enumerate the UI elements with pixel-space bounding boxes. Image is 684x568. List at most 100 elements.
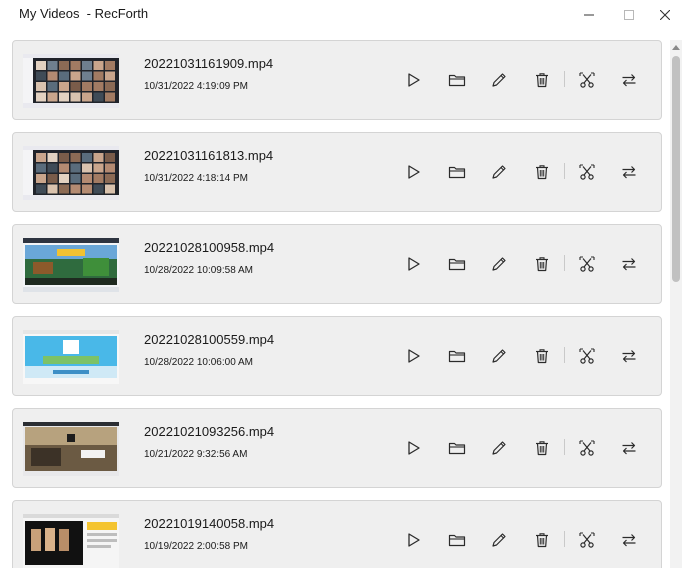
- trash-icon: [536, 165, 548, 180]
- trash-icon: [536, 533, 548, 548]
- video-filename: 20221031161813.mp4: [144, 148, 274, 163]
- trim-button[interactable]: [574, 527, 600, 553]
- video-filename: 20221019140058.mp4: [144, 516, 275, 531]
- convert-button[interactable]: [616, 251, 642, 277]
- delete-button[interactable]: [529, 343, 555, 369]
- delete-button[interactable]: [529, 159, 555, 185]
- convert-button[interactable]: [616, 343, 642, 369]
- folder-icon: [448, 350, 466, 363]
- video-thumbnail-image: [23, 146, 119, 200]
- pencil-icon: [492, 349, 506, 363]
- video-filename: 20221028100559.mp4: [144, 332, 275, 347]
- video-card[interactable]: 20221028100559.mp4 10/28/2022 10:06:00 AM: [12, 316, 662, 396]
- convert-button[interactable]: [616, 67, 642, 93]
- play-button[interactable]: [400, 251, 426, 277]
- pencil-icon: [492, 257, 506, 271]
- scroll-thumb[interactable]: [672, 56, 680, 282]
- rename-button[interactable]: [486, 343, 512, 369]
- video-thumbnail[interactable]: [23, 146, 119, 200]
- rename-button[interactable]: [486, 527, 512, 553]
- trim-button[interactable]: [574, 67, 600, 93]
- close-button[interactable]: [642, 0, 684, 30]
- trim-button[interactable]: [574, 159, 600, 185]
- delete-button[interactable]: [529, 435, 555, 461]
- video-date: 10/28/2022 10:09:58 AM: [144, 265, 253, 276]
- play-icon: [408, 73, 420, 87]
- video-thumbnail[interactable]: [23, 514, 119, 568]
- swap-arrows-icon: [622, 74, 636, 87]
- scissors-icon: [579, 440, 595, 456]
- trash-icon: [536, 349, 548, 364]
- video-filename: 20221031161909.mp4: [144, 56, 274, 71]
- open-folder-button[interactable]: [444, 251, 470, 277]
- swap-arrows-icon: [622, 166, 636, 179]
- trash-icon: [536, 73, 548, 88]
- video-date: 10/31/2022 4:19:09 PM: [144, 81, 248, 92]
- trash-icon: [536, 441, 548, 456]
- video-thumbnail-image: [23, 54, 119, 108]
- open-folder-button[interactable]: [444, 159, 470, 185]
- pencil-icon: [492, 533, 506, 547]
- video-thumbnail[interactable]: [23, 422, 119, 476]
- rename-button[interactable]: [486, 67, 512, 93]
- play-icon: [408, 349, 420, 363]
- video-thumbnail-image: [23, 330, 119, 384]
- video-card[interactable]: 20221028100958.mp4 10/28/2022 10:09:58 AM: [12, 224, 662, 304]
- rename-button[interactable]: [486, 435, 512, 461]
- open-folder-button[interactable]: [444, 67, 470, 93]
- scissors-icon: [579, 256, 595, 272]
- title-bar: My Videos - RecForth: [0, 0, 684, 30]
- pencil-icon: [492, 441, 506, 455]
- play-button[interactable]: [400, 67, 426, 93]
- action-divider: [564, 71, 565, 87]
- trash-icon: [536, 257, 548, 272]
- folder-icon: [448, 258, 466, 271]
- video-date: 10/31/2022 4:18:14 PM: [144, 173, 248, 184]
- video-date: 10/19/2022 2:00:58 PM: [144, 541, 248, 552]
- action-divider: [564, 439, 565, 455]
- folder-icon: [448, 534, 466, 547]
- convert-button[interactable]: [616, 435, 642, 461]
- vertical-scrollbar[interactable]: [670, 40, 682, 568]
- video-card[interactable]: 20221031161909.mp4 10/31/2022 4:19:09 PM: [12, 40, 662, 120]
- window-title: My Videos - RecForth: [19, 6, 149, 21]
- open-folder-button[interactable]: [444, 527, 470, 553]
- open-folder-button[interactable]: [444, 435, 470, 461]
- scroll-up-button[interactable]: [670, 40, 682, 54]
- pencil-icon: [492, 165, 506, 179]
- delete-button[interactable]: [529, 527, 555, 553]
- action-divider: [564, 163, 565, 179]
- folder-icon: [448, 166, 466, 179]
- convert-button[interactable]: [616, 527, 642, 553]
- video-card[interactable]: 20221019140058.mp4 10/19/2022 2:00:58 PM: [12, 500, 662, 568]
- swap-arrows-icon: [622, 258, 636, 271]
- trim-button[interactable]: [574, 435, 600, 461]
- video-filename: 20221028100958.mp4: [144, 240, 275, 255]
- folder-icon: [448, 442, 466, 455]
- play-button[interactable]: [400, 435, 426, 461]
- scissors-icon: [579, 72, 595, 88]
- video-card[interactable]: 20221021093256.mp4 10/21/2022 9:32:56 AM: [12, 408, 662, 488]
- action-divider: [564, 255, 565, 271]
- video-card[interactable]: 20221031161813.mp4 10/31/2022 4:18:14 PM: [12, 132, 662, 212]
- play-button[interactable]: [400, 159, 426, 185]
- open-folder-button[interactable]: [444, 343, 470, 369]
- play-button[interactable]: [400, 527, 426, 553]
- maximize-icon: [624, 10, 634, 20]
- video-thumbnail[interactable]: [23, 330, 119, 384]
- rename-button[interactable]: [486, 251, 512, 277]
- video-thumbnail-image: [23, 514, 119, 568]
- delete-button[interactable]: [529, 67, 555, 93]
- video-date: 10/28/2022 10:06:00 AM: [144, 357, 253, 368]
- play-icon: [408, 441, 420, 455]
- delete-button[interactable]: [529, 251, 555, 277]
- trim-button[interactable]: [574, 251, 600, 277]
- video-list[interactable]: 20221031161909.mp4 10/31/2022 4:19:09 PM 2…: [12, 40, 662, 568]
- play-icon: [408, 533, 420, 547]
- play-button[interactable]: [400, 343, 426, 369]
- video-thumbnail[interactable]: [23, 238, 119, 292]
- rename-button[interactable]: [486, 159, 512, 185]
- video-thumbnail[interactable]: [23, 54, 119, 108]
- convert-button[interactable]: [616, 159, 642, 185]
- trim-button[interactable]: [574, 343, 600, 369]
